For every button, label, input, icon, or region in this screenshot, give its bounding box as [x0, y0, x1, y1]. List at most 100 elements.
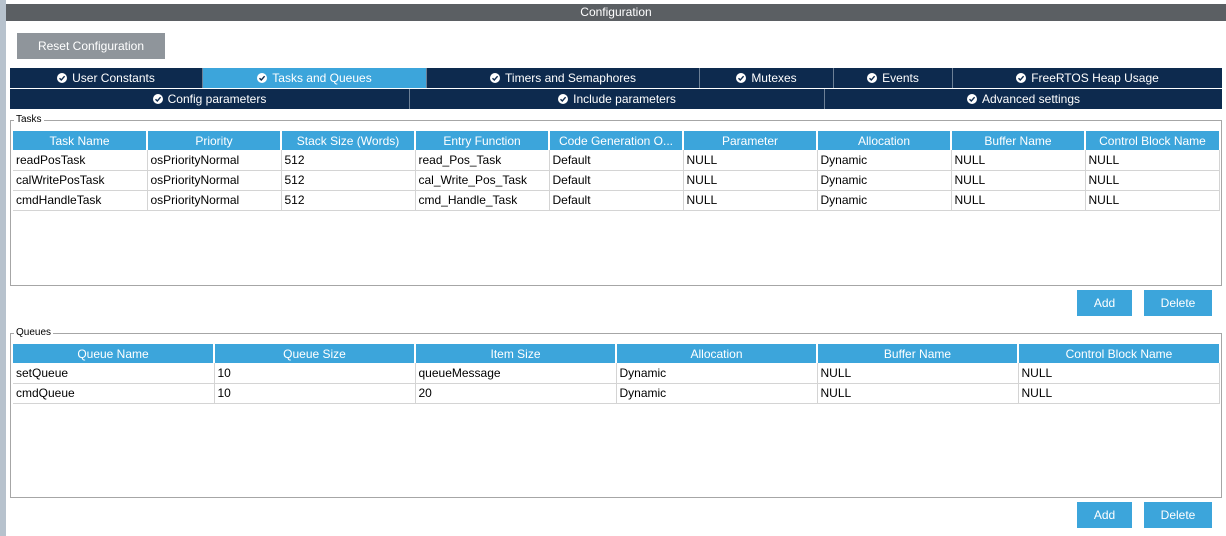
- check-icon: [558, 94, 569, 104]
- tab-include-parameters[interactable]: Include parameters: [410, 89, 825, 109]
- table-cell[interactable]: osPriorityNormal: [147, 170, 282, 191]
- check-icon: [57, 73, 68, 83]
- tab-events[interactable]: Events: [834, 68, 953, 88]
- table-cell[interactable]: readPosTask: [13, 150, 148, 171]
- table-cell[interactable]: Dynamic: [817, 170, 952, 191]
- column-header-item-size[interactable]: Item Size: [415, 344, 617, 363]
- check-icon: [1016, 73, 1027, 83]
- table-cell[interactable]: NULL: [1085, 150, 1220, 171]
- table-cell[interactable]: osPriorityNormal: [147, 150, 282, 171]
- column-header-queue-name[interactable]: Queue Name: [13, 344, 215, 363]
- table-cell[interactable]: NULL: [683, 170, 818, 191]
- tasks-table: Task Name Priority Stack Size (Words) Entry…: [13, 131, 1220, 211]
- tab-config-parameters[interactable]: Config parameters: [10, 89, 410, 109]
- table-row[interactable]: cmdQueue 10 20 Dynamic NULL NULL: [13, 383, 1220, 404]
- column-header-control-block-name[interactable]: Control Block Name: [1018, 344, 1219, 363]
- check-icon: [257, 73, 268, 83]
- reset-configuration-button[interactable]: Reset Configuration: [17, 33, 165, 59]
- table-cell[interactable]: 512: [281, 170, 416, 191]
- queues-group: Queues Queue Name Queue Size Item Size Allo…: [10, 327, 1222, 498]
- table-cell[interactable]: Dynamic: [616, 363, 818, 384]
- table-cell[interactable]: cmdHandleTask: [13, 190, 148, 211]
- table-cell[interactable]: 512: [281, 190, 416, 211]
- tab-user-constants[interactable]: User Constants: [10, 68, 203, 88]
- column-header-allocation[interactable]: Allocation: [616, 344, 818, 363]
- table-cell[interactable]: NULL: [951, 170, 1086, 191]
- table-cell[interactable]: setQueue: [13, 363, 215, 384]
- tab-timers-and-semaphores[interactable]: Timers and Semaphores: [427, 68, 700, 88]
- table-row[interactable]: calWritePosTask osPriorityNormal 512 cal_Wr…: [13, 170, 1220, 191]
- tab-label: Tasks and Queues: [272, 71, 372, 85]
- tab-label: Timers and Semaphores: [505, 71, 636, 85]
- queues-table: Queue Name Queue Size Item Size Allocation B…: [13, 344, 1220, 404]
- table-cell[interactable]: NULL: [683, 150, 818, 171]
- column-header-priority[interactable]: Priority: [147, 131, 282, 150]
- column-header-buffer-name[interactable]: Buffer Name: [951, 131, 1086, 150]
- table-cell[interactable]: calWritePosTask: [13, 170, 148, 191]
- column-header-control-block-name[interactable]: Control Block Name: [1085, 131, 1219, 150]
- tab-row-secondary: Config parameters Include parameters Advan…: [10, 89, 1222, 109]
- tab-row-primary: User Constants Tasks and Queues Timers and…: [10, 68, 1222, 88]
- column-header-allocation[interactable]: Allocation: [817, 131, 952, 150]
- column-header-buffer-name[interactable]: Buffer Name: [817, 344, 1019, 363]
- tab-label: Config parameters: [167, 92, 267, 106]
- table-cell[interactable]: 10: [214, 383, 416, 404]
- tasks-delete-button[interactable]: Delete: [1144, 290, 1212, 316]
- check-icon: [152, 94, 163, 104]
- queues-add-button[interactable]: Add: [1077, 502, 1132, 528]
- table-row[interactable]: cmdHandleTask osPriorityNormal 512 cmd_Hand…: [13, 190, 1220, 211]
- table-cell[interactable]: 512: [281, 150, 416, 171]
- table-cell[interactable]: read_Pos_Task: [415, 150, 550, 171]
- table-cell[interactable]: 20: [415, 383, 617, 404]
- table-cell[interactable]: osPriorityNormal: [147, 190, 282, 211]
- column-header-entry-function[interactable]: Entry Function: [415, 131, 550, 150]
- table-cell[interactable]: NULL: [817, 363, 1019, 384]
- table-cell[interactable]: NULL: [1085, 170, 1220, 191]
- table-cell[interactable]: NULL: [951, 150, 1086, 171]
- tasks-add-button[interactable]: Add: [1077, 290, 1132, 316]
- table-cell[interactable]: cal_Write_Pos_Task: [415, 170, 550, 191]
- tab-label: Advanced settings: [981, 92, 1081, 106]
- check-icon: [867, 73, 878, 83]
- tasks-group-label: Tasks: [14, 114, 44, 126]
- column-header-parameter[interactable]: Parameter: [683, 131, 818, 150]
- table-cell[interactable]: Default: [549, 150, 684, 171]
- table-cell[interactable]: NULL: [1018, 383, 1220, 404]
- check-icon: [736, 73, 747, 83]
- table-cell[interactable]: NULL: [1018, 363, 1220, 384]
- table-cell[interactable]: Default: [549, 170, 684, 191]
- tab-label: Include parameters: [573, 92, 676, 106]
- tasks-group: Tasks Task Name Priority Stack Size (Words…: [10, 114, 1222, 286]
- table-cell[interactable]: NULL: [683, 190, 818, 211]
- table-cell[interactable]: NULL: [1085, 190, 1220, 211]
- column-header-task-name[interactable]: Task Name: [13, 131, 148, 150]
- table-cell[interactable]: Dynamic: [616, 383, 818, 404]
- table-cell[interactable]: NULL: [817, 383, 1019, 404]
- window-title: Configuration: [6, 4, 1226, 21]
- check-icon: [966, 94, 977, 104]
- table-cell[interactable]: Dynamic: [817, 190, 952, 211]
- table-cell[interactable]: NULL: [951, 190, 1086, 211]
- column-header-stack-size-words[interactable]: Stack Size (Words): [281, 131, 416, 150]
- column-header-code-generation-o[interactable]: Code Generation O...: [549, 131, 684, 150]
- table-row[interactable]: setQueue 10 queueMessage Dynamic NULL NULL: [13, 363, 1220, 384]
- table-cell[interactable]: 10: [214, 363, 416, 384]
- table-cell[interactable]: queueMessage: [415, 363, 617, 384]
- tab-label: Mutexes: [751, 71, 797, 85]
- left-edge-bar: [0, 0, 6, 536]
- table-cell[interactable]: cmdQueue: [13, 383, 215, 404]
- check-icon: [490, 73, 501, 83]
- queues-delete-button[interactable]: Delete: [1144, 502, 1212, 528]
- queues-group-label: Queues: [14, 327, 54, 339]
- tab-advanced-settings[interactable]: Advanced settings: [825, 89, 1222, 109]
- table-row[interactable]: readPosTask osPriorityNormal 512 read_Pos_T…: [13, 150, 1220, 171]
- tab-label: User Constants: [72, 71, 155, 85]
- table-cell[interactable]: Default: [549, 190, 684, 211]
- tab-tasks-and-queues[interactable]: Tasks and Queues: [203, 68, 427, 88]
- column-header-queue-size[interactable]: Queue Size: [214, 344, 416, 363]
- table-cell[interactable]: cmd_Handle_Task: [415, 190, 550, 211]
- tab-freertos-heap-usage[interactable]: FreeRTOS Heap Usage: [953, 68, 1222, 88]
- tab-mutexes[interactable]: Mutexes: [700, 68, 834, 88]
- tab-label: Events: [882, 71, 919, 85]
- table-cell[interactable]: Dynamic: [817, 150, 952, 171]
